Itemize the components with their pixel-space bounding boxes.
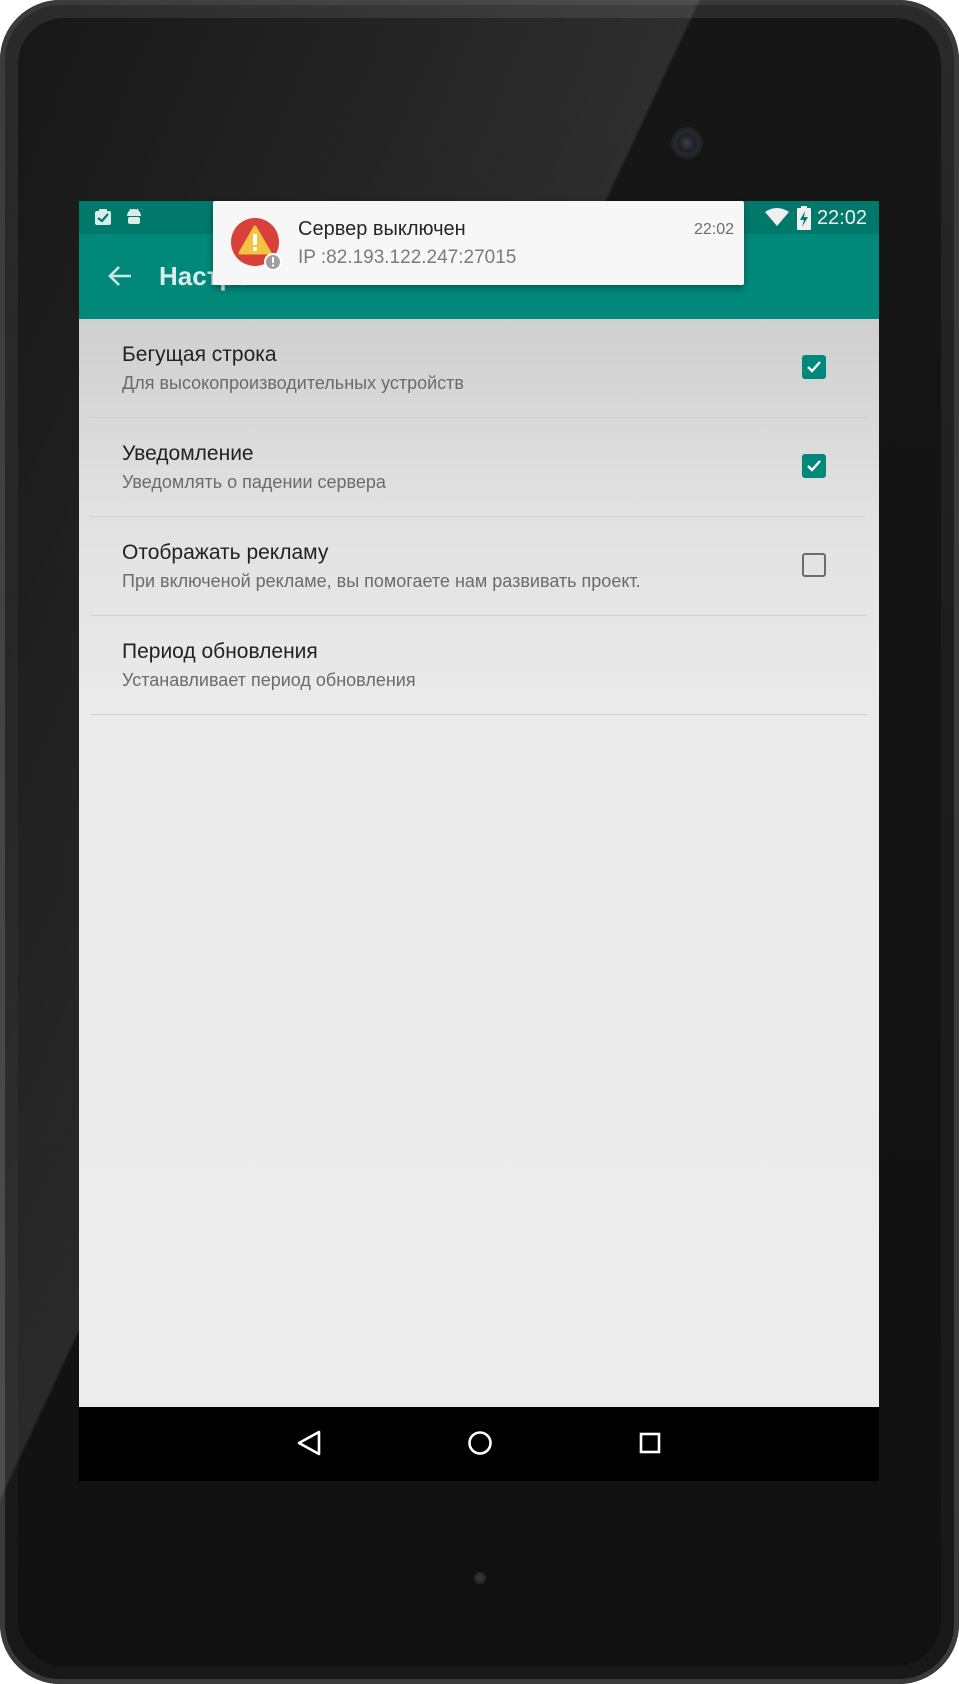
notification-checkbox[interactable] <box>802 454 826 478</box>
warning-icon <box>231 218 282 271</box>
settings-list: Бегущая строка Для высокопроизводительны… <box>79 319 879 1415</box>
front-camera <box>674 130 700 156</box>
marquee-checkbox[interactable] <box>802 355 826 379</box>
notification-title: Сервер выключен <box>298 218 466 240</box>
pref-title: Отображать рекламу <box>122 541 329 564</box>
clipboard-check-icon <box>93 207 113 232</box>
pref-update-period[interactable]: Период обновления Устанавливает период о… <box>90 616 867 715</box>
light-sensor <box>474 1572 486 1584</box>
pref-notification[interactable]: Уведомление Уведомлять о падении сервера <box>90 418 867 517</box>
device-screen: 22:02 Настройки Бегущая строка Для высок… <box>79 201 879 1481</box>
status-time: 22:02 <box>816 207 867 229</box>
pref-title: Бегущая строка <box>122 343 277 366</box>
wifi-icon <box>765 207 789 232</box>
arrow-back-icon[interactable] <box>107 264 133 293</box>
ads-checkbox[interactable] <box>802 553 826 577</box>
android-debug-icon <box>125 207 143 232</box>
notification-text: IP :82.193.122.247:27015 <box>298 247 517 268</box>
tablet-frame: 22:02 Настройки Бегущая строка Для высок… <box>0 0 959 1684</box>
pref-summary: Для высокопроизводительных устройств <box>122 373 464 393</box>
navigation-bar <box>79 1407 879 1481</box>
notification-time: 22:02 <box>693 221 734 238</box>
back-triangle-icon[interactable] <box>295 1429 323 1462</box>
heads-up-notification[interactable]: Сервер выключен IP :82.193.122.247:27015… <box>213 201 744 285</box>
pref-summary: Уведомлять о падении сервера <box>122 472 386 492</box>
battery-charging-icon <box>797 206 811 235</box>
pref-summary: При включеной рекламе, вы помогаете нам … <box>122 571 641 591</box>
pref-summary: Устанавливает период обновления <box>122 670 416 690</box>
pref-ads[interactable]: Отображать рекламу При включеной рекламе… <box>90 517 867 616</box>
home-circle-icon[interactable] <box>466 1429 494 1462</box>
pref-title: Период обновления <box>122 640 318 663</box>
pref-title: Уведомление <box>122 442 254 465</box>
recents-square-icon[interactable] <box>636 1429 664 1462</box>
pref-marquee[interactable]: Бегущая строка Для высокопроизводительны… <box>90 319 867 418</box>
